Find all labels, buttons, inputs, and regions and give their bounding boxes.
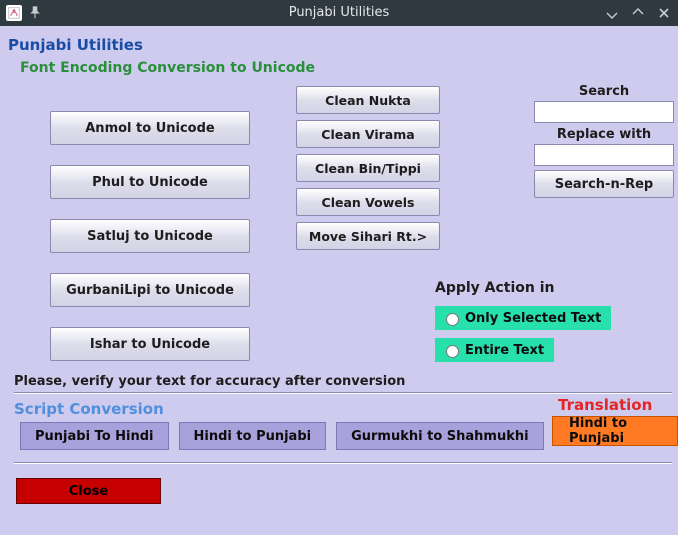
punjabi-to-hindi-button[interactable]: Punjabi To Hindi — [20, 422, 169, 450]
close-window-button[interactable] — [656, 5, 672, 21]
close-button[interactable]: Close — [16, 478, 161, 504]
anmol-to-unicode-button[interactable]: Anmol to Unicode — [50, 111, 250, 145]
minimize-button[interactable] — [604, 5, 620, 21]
clean-vowels-button[interactable]: Clean Vowels — [296, 188, 440, 216]
hindi-to-punjabi-button[interactable]: Hindi to Punjabi — [179, 422, 327, 450]
apply-action-box: Apply Action in Only Selected Text Entir… — [435, 280, 611, 370]
app-icon — [6, 5, 22, 21]
radio-only-selected-text-label: Only Selected Text — [465, 311, 601, 326]
window-title: Punjabi Utilities — [0, 0, 678, 26]
divider-1 — [14, 392, 672, 394]
translate-hindi-to-punjabi-button[interactable]: Hindi to Punjabi — [552, 416, 678, 446]
satluj-to-unicode-button[interactable]: Satluj to Unicode — [50, 219, 250, 253]
clean-nukta-button[interactable]: Clean Nukta — [296, 86, 440, 114]
radio-entire-text-label: Entire Text — [465, 343, 544, 358]
search-label: Search — [534, 84, 674, 99]
search-input[interactable] — [534, 101, 674, 123]
font-conversion-column: Anmol to Unicode Phul to Unicode Satluj … — [50, 111, 250, 361]
app-title: Punjabi Utilities — [0, 28, 678, 56]
radio-entire-text[interactable]: Entire Text — [435, 338, 554, 362]
section-title-font-encoding: Font Encoding Conversion to Unicode — [0, 56, 678, 80]
replace-input[interactable] — [534, 144, 674, 166]
maximize-button[interactable] — [630, 5, 646, 21]
pin-icon[interactable] — [28, 6, 42, 20]
script-conversion-buttons: Punjabi To Hindi Hindi to Punjabi Gurmuk… — [20, 422, 544, 450]
radio-only-selected-text[interactable]: Only Selected Text — [435, 306, 611, 330]
phul-to-unicode-button[interactable]: Phul to Unicode — [50, 165, 250, 199]
divider-2 — [14, 462, 672, 464]
clean-virama-button[interactable]: Clean Virama — [296, 120, 440, 148]
window-titlebar: Punjabi Utilities — [0, 0, 678, 26]
ishar-to-unicode-button[interactable]: Ishar to Unicode — [50, 327, 250, 361]
verify-note: Please, verify your text for accuracy af… — [14, 374, 405, 389]
script-conversion-title: Script Conversion — [14, 400, 164, 418]
search-replace-button[interactable]: Search-n-Rep — [534, 170, 674, 198]
gurmukhi-to-shahmukhi-button[interactable]: Gurmukhi to Shahmukhi — [336, 422, 544, 450]
gurbanilipi-to-unicode-button[interactable]: GurbaniLipi to Unicode — [50, 273, 250, 307]
main-panel: Punjabi Utilities Font Encoding Conversi… — [0, 26, 678, 535]
apply-action-title: Apply Action in — [435, 280, 611, 296]
radio-entire-text-input[interactable] — [446, 345, 459, 358]
cleanup-column: Clean Nukta Clean Virama Clean Bin/Tippi… — [296, 86, 440, 250]
translation-title: Translation — [558, 396, 652, 414]
move-sihari-right-button[interactable]: Move Sihari Rt.> — [296, 222, 440, 250]
search-replace-box: Search Replace with Search-n-Rep — [534, 84, 674, 198]
clean-bindi-tippi-button[interactable]: Clean Bin/Tippi — [296, 154, 440, 182]
replace-label: Replace with — [534, 127, 674, 142]
radio-only-selected-text-input[interactable] — [446, 313, 459, 326]
